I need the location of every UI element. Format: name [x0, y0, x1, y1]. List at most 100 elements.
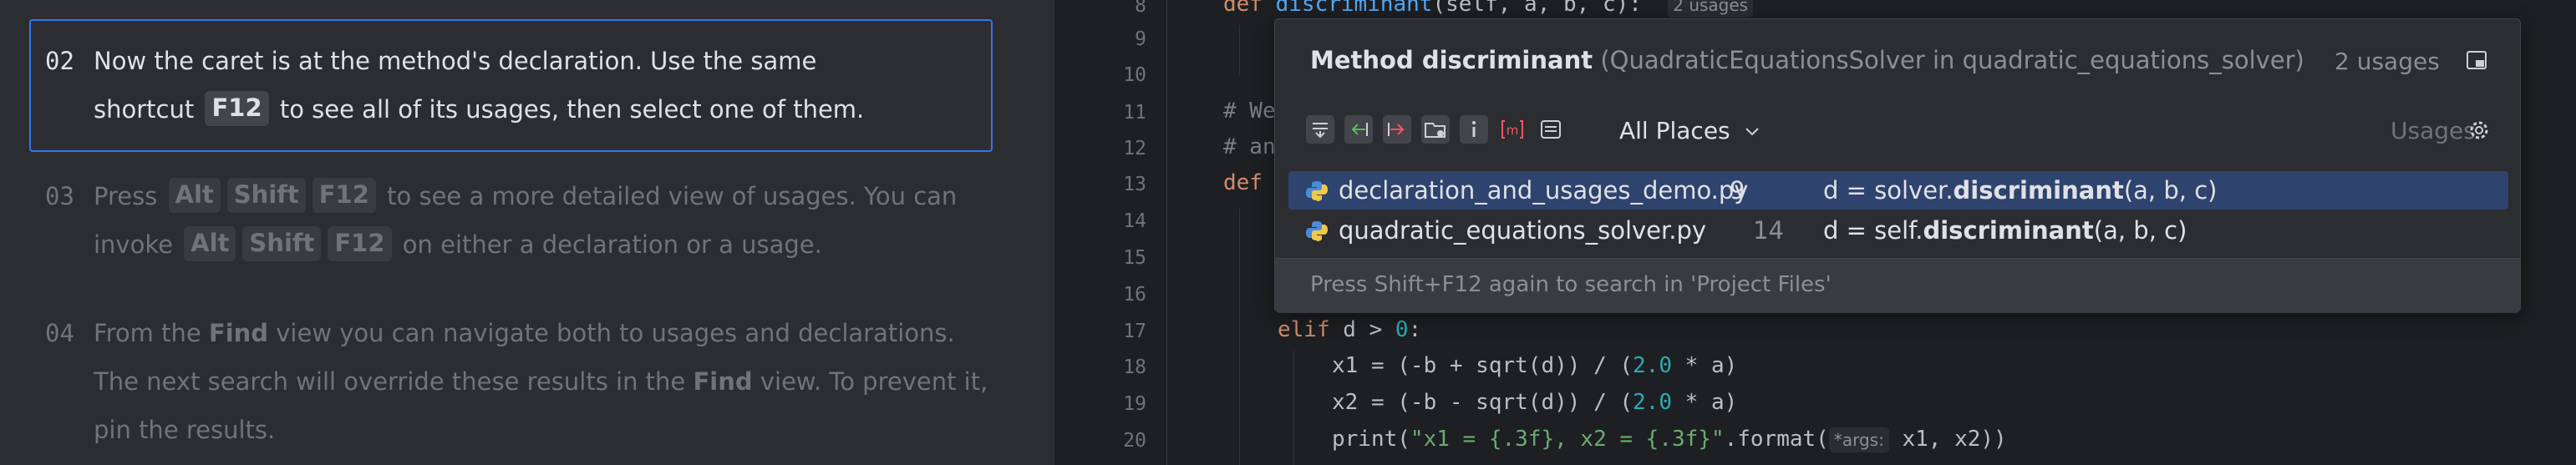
step-text-segment: to see a more detailed view of usages. Y… — [387, 182, 958, 210]
step-text-segment: view. To prevent it, — [760, 367, 988, 396]
gear-icon[interactable] — [2466, 117, 2492, 144]
popup-title: Method discriminant (QuadraticEquationsS… — [1310, 46, 2304, 74]
matched-usage: discriminant — [1923, 216, 2094, 245]
usage-result-row[interactable]: declaration_and_usages_demo.py 9 d = sol… — [1288, 171, 2508, 210]
navigate-out-icon[interactable] — [1382, 114, 1412, 144]
code-line-20: print("x1 = {.3f}, x2 = {.3f}".format(*a… — [1332, 427, 2007, 452]
popup-title-main: Method discriminant — [1310, 46, 1593, 74]
step-text-segment: From the — [94, 319, 201, 347]
info-icon[interactable] — [1459, 114, 1489, 144]
indent-guide — [1239, 25, 1240, 75]
step-text: Press Alt Shift F12 to see a more detailed… — [94, 172, 979, 269]
method-name[interactable]: discriminant — [1276, 0, 1433, 17]
step-text-segment: The next search will override these resu… — [94, 367, 686, 396]
step-text-segment: on either a declaration or a usage. — [402, 230, 822, 259]
step-line: Now the caret is at the method's declara… — [94, 37, 979, 85]
code-line-19: x2 = (-b - sqrt(d)) / (2.0 * a) — [1332, 390, 1737, 415]
line-number: 20 — [1123, 430, 1146, 452]
step-line: pin the results. — [94, 406, 979, 454]
merge-lines-icon[interactable] — [1305, 114, 1335, 144]
python-file-icon — [1306, 221, 1328, 241]
step-number: 03 — [45, 182, 74, 210]
learning-pane: 02 Now the caret is at the method's decl… — [0, 0, 1054, 465]
line-number: 19 — [1123, 393, 1146, 415]
code-segment: d = self. — [1823, 216, 1923, 245]
parameter-inlay-hint: *args: — [1828, 427, 1889, 452]
gutter-divider — [1166, 0, 1167, 465]
step-text-segment: pin the results. — [94, 416, 276, 444]
code-segment: * a) — [1672, 390, 1738, 415]
popup-title-context: (QuadraticEquationsSolver in quadratic_e… — [1600, 46, 2304, 74]
method-icon[interactable]: m — [1497, 114, 1527, 144]
number-literal: 0 — [1395, 317, 1409, 342]
code-line-8: def discriminant(self, a, b, c): 2 usage… — [1223, 0, 1754, 18]
preview-icon[interactable] — [1536, 114, 1566, 144]
line-number: 14 — [1123, 210, 1146, 232]
usages-count: 2 usages — [2335, 48, 2440, 75]
find-view-reference: Find — [208, 319, 269, 347]
result-line-number: 14 — [1753, 216, 1784, 245]
code-line-17: elif d > 0: — [1278, 317, 1421, 342]
result-code-preview: d = self.discriminant(a, b, c) — [1823, 211, 2187, 250]
code-line-11: # We — [1223, 99, 1276, 124]
code-line-18: x1 = (-b + sqrt(d)) / (2.0 * a) — [1332, 353, 1737, 378]
number-literal: 2.0 — [1633, 390, 1672, 415]
step-line: invoke Alt Shift F12 on either a declarati… — [94, 220, 979, 269]
scope-dropdown[interactable]: All Places — [1619, 117, 1730, 144]
line-number: 18 — [1123, 356, 1146, 378]
step-text-segment: shortcut — [94, 95, 195, 124]
number-literal: 2.0 — [1633, 353, 1672, 378]
keyword-elif: elif — [1278, 317, 1330, 342]
line-number: 15 — [1123, 247, 1146, 269]
code-segment: (a, b, c) — [2093, 216, 2187, 245]
step-text: From the Find view you can navigate both… — [94, 309, 988, 454]
line-number: 10 — [1123, 64, 1146, 86]
code-segment: x2 = (-b - sqrt(d)) / ( — [1332, 390, 1633, 415]
code-segment: : — [1408, 317, 1422, 342]
step-text-segment: invoke — [94, 230, 173, 259]
step-number: 04 — [45, 319, 74, 347]
code-segment: x1, x2)) — [1888, 427, 2007, 452]
python-file-icon — [1306, 181, 1328, 201]
line-number: 16 — [1123, 284, 1146, 306]
step-line: Press Alt Shift F12 to see a more detailed… — [94, 172, 979, 220]
step-text-segment: to see all of its usages, then select on… — [279, 95, 865, 124]
line-number: 11 — [1123, 102, 1146, 124]
show-usages-popup[interactable]: Method discriminant (QuadraticEquationsS… — [1274, 18, 2521, 313]
code-segment: d > — [1329, 317, 1395, 342]
open-in-find-window-icon[interactable] — [2466, 49, 2487, 71]
step-line: The next search will override these resu… — [94, 357, 988, 406]
step-text-segment: Now the caret is at the method's declara… — [94, 47, 817, 75]
shortcut-key-shift: Shift — [226, 178, 306, 213]
find-view-reference: Find — [693, 367, 753, 396]
indent-guide — [1293, 351, 1294, 465]
usage-result-row[interactable]: quadratic_equations_solver.py 14 d = sel… — [1288, 211, 2508, 250]
svg-text:m: m — [1506, 123, 1519, 138]
shortcut-key-shift: Shift — [242, 226, 322, 261]
matched-usage: discriminant — [1953, 176, 2124, 205]
code-line-12: # an — [1223, 134, 1276, 159]
usages-inlay-hint[interactable]: 2 usages — [1668, 0, 1754, 18]
code-segment: x1 = (-b + sqrt(d)) / ( — [1332, 353, 1633, 378]
line-number: 8 — [1135, 0, 1146, 17]
code-segment: print( — [1332, 427, 1410, 452]
result-line-number: 9 — [1730, 176, 1745, 205]
code-segment: .format( — [1724, 427, 1829, 452]
chevron-down-icon[interactable] — [1745, 126, 1760, 138]
line-number: 12 — [1123, 138, 1146, 159]
step-line: From the Find view you can navigate both… — [94, 309, 979, 357]
shortcut-key-alt: Alt — [184, 226, 236, 261]
code-segment: d = solver. — [1823, 176, 1954, 205]
folder-settings-icon[interactable] — [1420, 114, 1451, 144]
code-segment: * a) — [1672, 353, 1738, 378]
code-line-13: def — [1223, 170, 1263, 195]
keyword-def: def — [1223, 0, 1263, 17]
string-literal: "x1 = {.3f}, x2 = {.3f}" — [1410, 427, 1725, 452]
step-text-segment: Press — [94, 182, 158, 210]
line-number: 17 — [1123, 321, 1146, 342]
usages-filter-label: Usages — [2391, 117, 2476, 144]
navigate-in-icon[interactable] — [1344, 114, 1374, 144]
step-number: 02 — [45, 47, 74, 75]
result-file-name: declaration_and_usages_demo.py — [1339, 176, 1749, 205]
indent-guide — [1239, 209, 1240, 465]
